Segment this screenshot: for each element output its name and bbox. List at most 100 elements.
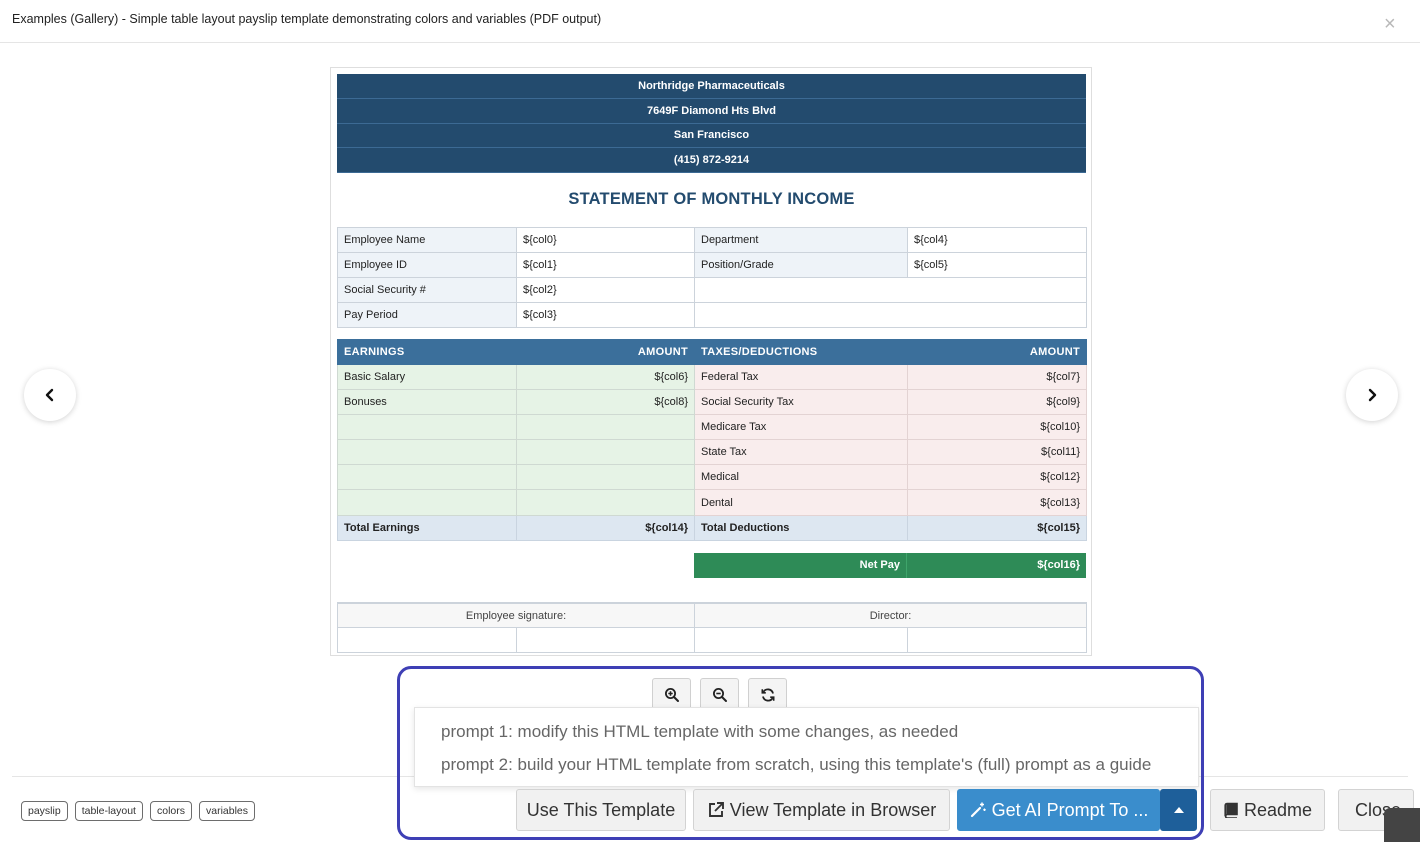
- signature-header-row: Employee signature: Director:: [337, 601, 1087, 629]
- deduction-label: Dental: [694, 489, 908, 516]
- column-header: AMOUNT: [516, 338, 695, 365]
- table-header-row: EARNINGS AMOUNT TAXES/DEDUCTIONS AMOUNT: [337, 338, 1087, 365]
- info-value: ${col3}: [516, 301, 695, 328]
- signature-table: Employee signature: Director:: [337, 601, 1087, 654]
- prompt-option-from-scratch[interactable]: prompt 2: build your HTML template from …: [441, 755, 1151, 775]
- info-value: ${col5}: [907, 251, 1087, 278]
- earning-amount: [516, 489, 695, 516]
- column-header: AMOUNT: [907, 338, 1087, 365]
- company-phone: (415) 872-9214: [337, 147, 1086, 173]
- deduction-amount: ${col11}: [907, 439, 1087, 466]
- chevron-right-icon: [1368, 388, 1377, 402]
- table-row: Employee Name ${col0} Department ${col4}: [337, 226, 1087, 253]
- info-empty: [694, 276, 1087, 303]
- refresh-icon: [761, 688, 774, 702]
- zoom-in-icon: [664, 688, 679, 702]
- info-label: Employee Name: [337, 226, 517, 253]
- deduction-amount: ${col7}: [907, 363, 1087, 390]
- earning-amount: [516, 439, 695, 466]
- net-pay-label: Net Pay: [694, 552, 907, 578]
- tag-variables[interactable]: variables: [199, 801, 256, 821]
- readme-button[interactable]: Readme: [1210, 789, 1325, 831]
- column-header: TAXES/DEDUCTIONS: [694, 338, 908, 365]
- earning-label: Basic Salary: [337, 363, 517, 390]
- info-label: Social Security #: [337, 276, 517, 303]
- signature-blank-row: [337, 627, 1087, 654]
- floating-chat-widget[interactable]: [1384, 808, 1420, 842]
- table-row: Pay Period ${col3}: [337, 301, 1087, 328]
- earning-label: [337, 464, 517, 491]
- modal-title: Examples (Gallery) - Simple table layout…: [12, 12, 602, 26]
- zoom-out-icon: [712, 688, 727, 702]
- tag-table-layout[interactable]: table-layout: [74, 801, 143, 821]
- deduction-label: Medical: [694, 464, 908, 491]
- info-label: Position/Grade: [694, 251, 908, 278]
- director-signature-label: Director:: [694, 601, 1087, 629]
- earning-amount: ${col6}: [516, 363, 695, 390]
- view-in-browser-label: View Template in Browser: [729, 799, 937, 820]
- tag-list: payslip table-layout colors variables: [21, 801, 256, 821]
- total-earnings-label: Total Earnings: [337, 514, 517, 541]
- tag-colors[interactable]: colors: [149, 801, 192, 821]
- get-ai-prompt-button[interactable]: Get AI Prompt To ...: [957, 789, 1160, 831]
- info-value: ${col0}: [516, 226, 695, 253]
- readme-label: Readme: [1243, 799, 1313, 820]
- deduction-amount: ${col12}: [907, 464, 1087, 491]
- deduction-amount: ${col13}: [907, 489, 1087, 516]
- chevron-left-icon: [45, 388, 54, 402]
- caret-up-icon: [1173, 807, 1184, 813]
- earning-label: [337, 439, 517, 466]
- deduction-label: Federal Tax: [694, 363, 908, 390]
- signature-cell: [907, 627, 1087, 654]
- company-address: 7649F Diamond Hts Blvd: [337, 98, 1086, 124]
- info-label: Pay Period: [337, 301, 517, 328]
- info-value: ${col2}: [516, 276, 695, 303]
- earning-amount: ${col8}: [516, 388, 695, 415]
- close-icon[interactable]: ×: [1384, 14, 1396, 34]
- net-pay-row: Net Pay ${col16}: [694, 552, 1086, 578]
- use-template-label: Use This Template: [526, 799, 676, 820]
- deduction-label: Social Security Tax: [694, 388, 908, 415]
- ai-prompt-dropdown-toggle[interactable]: [1160, 789, 1197, 831]
- book-icon: [1223, 802, 1239, 818]
- info-value: ${col4}: [907, 226, 1087, 253]
- table-row: Medicare Tax ${col10}: [337, 413, 1087, 441]
- deduction-label: State Tax: [694, 439, 908, 466]
- table-row: Bonuses ${col8} Social Security Tax ${co…: [337, 388, 1087, 415]
- modal-header: Examples (Gallery) - Simple table layout…: [0, 0, 1420, 43]
- template-preview: Northridge Pharmaceuticals 7649F Diamond…: [330, 67, 1092, 656]
- info-value: ${col1}: [516, 251, 695, 278]
- table-row: Social Security # ${col2}: [337, 276, 1087, 303]
- info-empty: [694, 301, 1087, 328]
- tag-payslip[interactable]: payslip: [21, 801, 68, 821]
- prompt-option-modify[interactable]: prompt 1: modify this HTML template with…: [441, 722, 958, 742]
- view-in-browser-button[interactable]: View Template in Browser: [693, 789, 950, 831]
- table-row: Employee ID ${col1} Position/Grade ${col…: [337, 251, 1087, 278]
- deduction-amount: ${col10}: [907, 413, 1087, 441]
- company-name: Northridge Pharmaceuticals: [337, 74, 1086, 99]
- previous-example-button[interactable]: [24, 369, 76, 421]
- next-example-button[interactable]: [1346, 369, 1398, 421]
- net-pay-value: ${col16}: [1037, 559, 1080, 572]
- table-row: Medical ${col12}: [337, 464, 1087, 491]
- totals-row: Total Earnings ${col14} Total Deductions…: [337, 514, 1087, 541]
- earning-amount: [516, 413, 695, 441]
- earning-label: Bonuses: [337, 388, 517, 415]
- total-deductions-label: Total Deductions: [694, 514, 908, 541]
- signature-cell: [337, 627, 517, 654]
- table-row: State Tax ${col11}: [337, 439, 1087, 466]
- info-label: Department: [694, 226, 908, 253]
- external-link-icon: [707, 801, 725, 819]
- statement-title: STATEMENT OF MONTHLY INCOME: [568, 190, 855, 208]
- signature-cell: [516, 627, 695, 654]
- use-template-button[interactable]: Use This Template: [516, 789, 686, 831]
- ai-prompt-dropdown-menu: prompt 1: modify this HTML template with…: [414, 707, 1199, 787]
- magic-wand-icon: [969, 801, 987, 819]
- employee-signature-label: Employee signature:: [337, 601, 695, 629]
- deduction-amount: ${col9}: [907, 388, 1087, 415]
- total-earnings-amount: ${col14}: [516, 514, 695, 541]
- deduction-label: Medicare Tax: [694, 413, 908, 441]
- earning-label: [337, 489, 517, 516]
- info-label: Employee ID: [337, 251, 517, 278]
- earnings-deductions-table: EARNINGS AMOUNT TAXES/DEDUCTIONS AMOUNT …: [337, 338, 1087, 541]
